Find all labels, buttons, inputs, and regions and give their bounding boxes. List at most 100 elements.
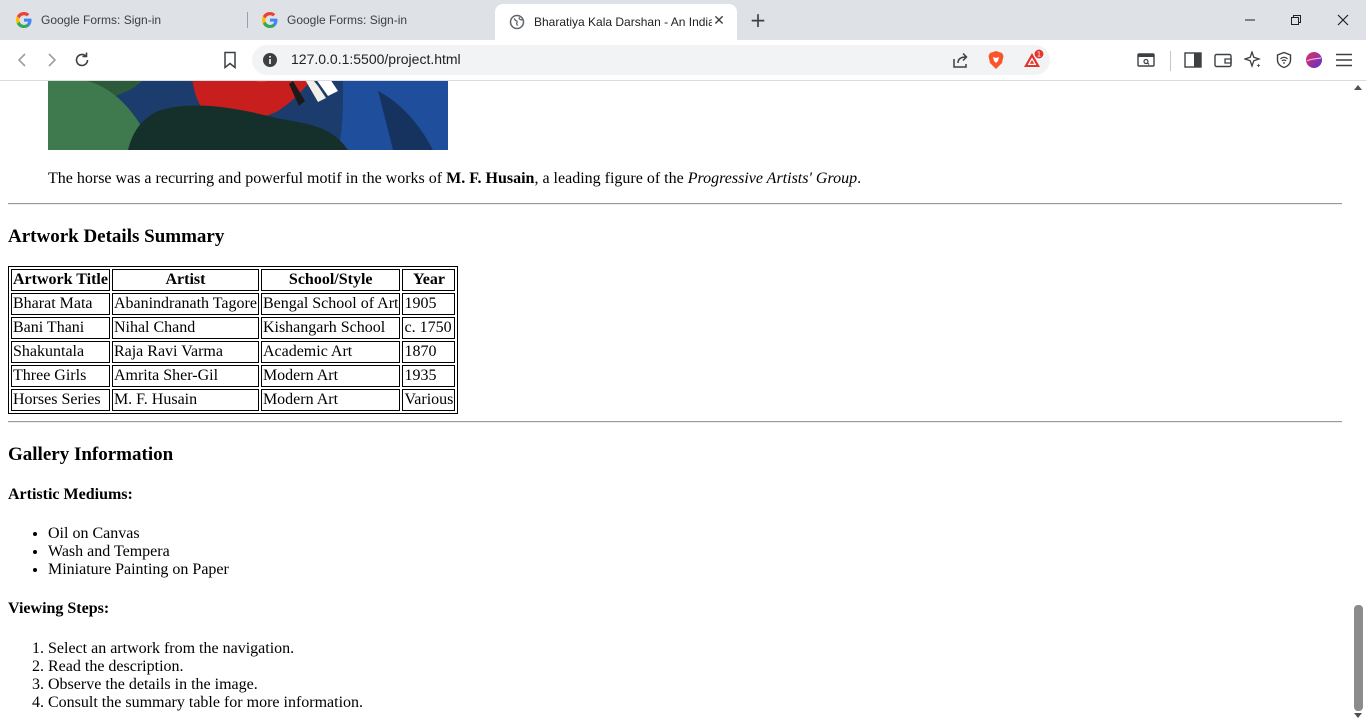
arrow-left-icon <box>17 53 26 67</box>
list-item: Select an artwork from the navigation. <box>48 640 363 658</box>
table-row: Bharat Mata Abanindranath Tagore Bengal … <box>11 293 456 315</box>
tab-google-forms-1[interactable]: Google Forms: Sign-in <box>2 4 246 36</box>
list-item: Wash and Tempera <box>48 543 229 561</box>
caption-artist-name: M. F. Husain <box>446 170 535 187</box>
profile-button[interactable] <box>1304 50 1324 70</box>
tab-title: Google Forms: Sign-in <box>41 13 162 27</box>
horse-painting-image <box>48 81 448 150</box>
brave-shields-icon[interactable] <box>987 50 1005 70</box>
site-info-icon[interactable] <box>262 52 278 68</box>
viewing-steps-list: Select an artwork from the navigation. R… <box>8 640 363 712</box>
restore-icon <box>1291 15 1301 25</box>
google-g-icon <box>262 12 278 28</box>
browser-toolbar: 127.0.0.1:5500/project.html 1 <box>0 40 1366 81</box>
table-cell: 1905 <box>402 293 456 315</box>
bookmark-button[interactable] <box>220 50 240 70</box>
vpn-button[interactable] <box>1274 50 1294 70</box>
shield-icon <box>1276 51 1292 69</box>
reload-icon <box>75 52 89 67</box>
scroll-up-arrow-icon[interactable] <box>1354 85 1362 90</box>
reload-button[interactable] <box>72 50 92 70</box>
brave-rewards-icon[interactable]: 1 <box>1022 49 1046 71</box>
list-item: Consult the summary table for more infor… <box>48 694 363 712</box>
list-item: Oil on Canvas <box>48 525 229 543</box>
sparkle-icon <box>1244 51 1261 68</box>
painting-illustration <box>48 81 448 150</box>
table-row: Bani Thani Nihal Chand Kishangarh School… <box>11 317 456 339</box>
list-item: Observe the details in the image. <box>48 676 363 694</box>
wallet-button[interactable] <box>1213 50 1233 70</box>
table-cell: Academic Art <box>260 341 401 363</box>
search-page-icon <box>1137 53 1155 67</box>
tab-google-forms-2[interactable]: Google Forms: Sign-in <box>248 4 492 36</box>
caption-group-name: Progressive Artists' Group <box>687 170 858 187</box>
table-header-row: Artwork Title Artist School/Style Year <box>11 269 456 291</box>
column-header: School/Style <box>260 269 401 291</box>
artwork-summary-table: Artwork Title Artist School/Style Year B… <box>8 266 459 414</box>
minimize-icon <box>1245 19 1255 21</box>
wallet-icon <box>1214 53 1232 68</box>
url-text: 127.0.0.1:5500/project.html <box>291 51 461 67</box>
page-viewport: The horse was a recurring and powerful m… <box>0 81 1351 721</box>
table-cell: M. F. Husain <box>111 389 259 411</box>
tab-title: Google Forms: Sign-in <box>287 13 408 27</box>
table-cell: Various <box>402 389 456 411</box>
scroll-down-arrow-icon[interactable] <box>1354 713 1362 718</box>
table-cell: c. 1750 <box>402 317 456 339</box>
table-cell: 1870 <box>402 341 456 363</box>
table-cell: Shakuntala <box>11 341 110 363</box>
rewards-badge-count: 1 <box>1037 51 1041 59</box>
scrollbar-thumb[interactable] <box>1354 605 1363 711</box>
caption-text: , a leading figure of the <box>534 170 688 187</box>
arrow-right-icon <box>48 53 57 67</box>
mediums-list: Oil on Canvas Wash and Tempera Miniature… <box>8 525 229 579</box>
restore-button[interactable] <box>1284 8 1308 32</box>
table-cell: Three Girls <box>11 365 110 387</box>
column-header: Year <box>402 269 456 291</box>
table-row: Horses Series M. F. Husain Modern Art Va… <box>11 389 456 411</box>
steps-heading: Viewing Steps: <box>8 600 110 617</box>
table-row: Three Girls Amrita Sher-Gil Modern Art 1… <box>11 365 456 387</box>
address-bar[interactable]: 127.0.0.1:5500/project.html 1 <box>252 45 1050 75</box>
table-cell: Bani Thani <box>11 317 110 339</box>
caption-text: . <box>857 170 862 187</box>
tab-bharatiya-kala-darshan[interactable]: Bharatiya Kala Darshan - An India ✕ <box>495 4 737 40</box>
table-cell: Kishangarh School <box>260 317 401 339</box>
table-cell: Bharat Mata <box>11 293 110 315</box>
caption-text: The horse was a recurring and powerful m… <box>48 170 447 187</box>
sidebar-button[interactable] <box>1183 50 1203 70</box>
close-tab-icon[interactable]: ✕ <box>711 12 727 28</box>
table-cell: Raja Ravi Varma <box>111 341 259 363</box>
main-menu-button[interactable] <box>1334 50 1354 70</box>
google-g-icon <box>16 12 32 28</box>
hamburger-menu-icon <box>1336 53 1352 67</box>
close-window-button[interactable] <box>1331 8 1355 32</box>
toolbar-divider <box>1170 51 1171 71</box>
tab-title: Bharatiya Kala Darshan - An India <box>534 15 712 29</box>
divider-rule <box>8 203 1342 205</box>
table-cell: Amrita Sher-Gil <box>111 365 259 387</box>
tab-strip: Google Forms: Sign-in Google Forms: Sign… <box>0 0 1366 40</box>
table-cell: Nihal Chand <box>111 317 259 339</box>
list-item: Read the description. <box>48 658 363 676</box>
new-tab-button[interactable]: + <box>748 8 768 32</box>
page-scrollbar[interactable] <box>1351 81 1366 721</box>
close-icon <box>1337 14 1349 26</box>
table-row: Shakuntala Raja Ravi Varma Academic Art … <box>11 341 456 363</box>
share-icon[interactable] <box>951 51 969 69</box>
table-cell: 1935 <box>402 365 456 387</box>
list-item: Miniature Painting on Paper <box>48 561 229 579</box>
table-cell: Abanindranath Tagore <box>111 293 259 315</box>
leo-ai-button[interactable] <box>1243 50 1263 70</box>
artwork-caption: The horse was a recurring and powerful m… <box>48 170 861 188</box>
back-button[interactable] <box>12 50 32 70</box>
summary-heading: Artwork Details Summary <box>8 226 225 247</box>
forward-button[interactable] <box>42 50 62 70</box>
minimize-button[interactable] <box>1238 8 1262 32</box>
table-cell: Modern Art <box>260 389 401 411</box>
sidebar-icon <box>1184 52 1202 68</box>
table-cell: Bengal School of Art <box>260 293 401 315</box>
table-cell: Horses Series <box>11 389 110 411</box>
divider-rule <box>8 421 1342 423</box>
reading-mode-button[interactable] <box>1136 50 1156 70</box>
